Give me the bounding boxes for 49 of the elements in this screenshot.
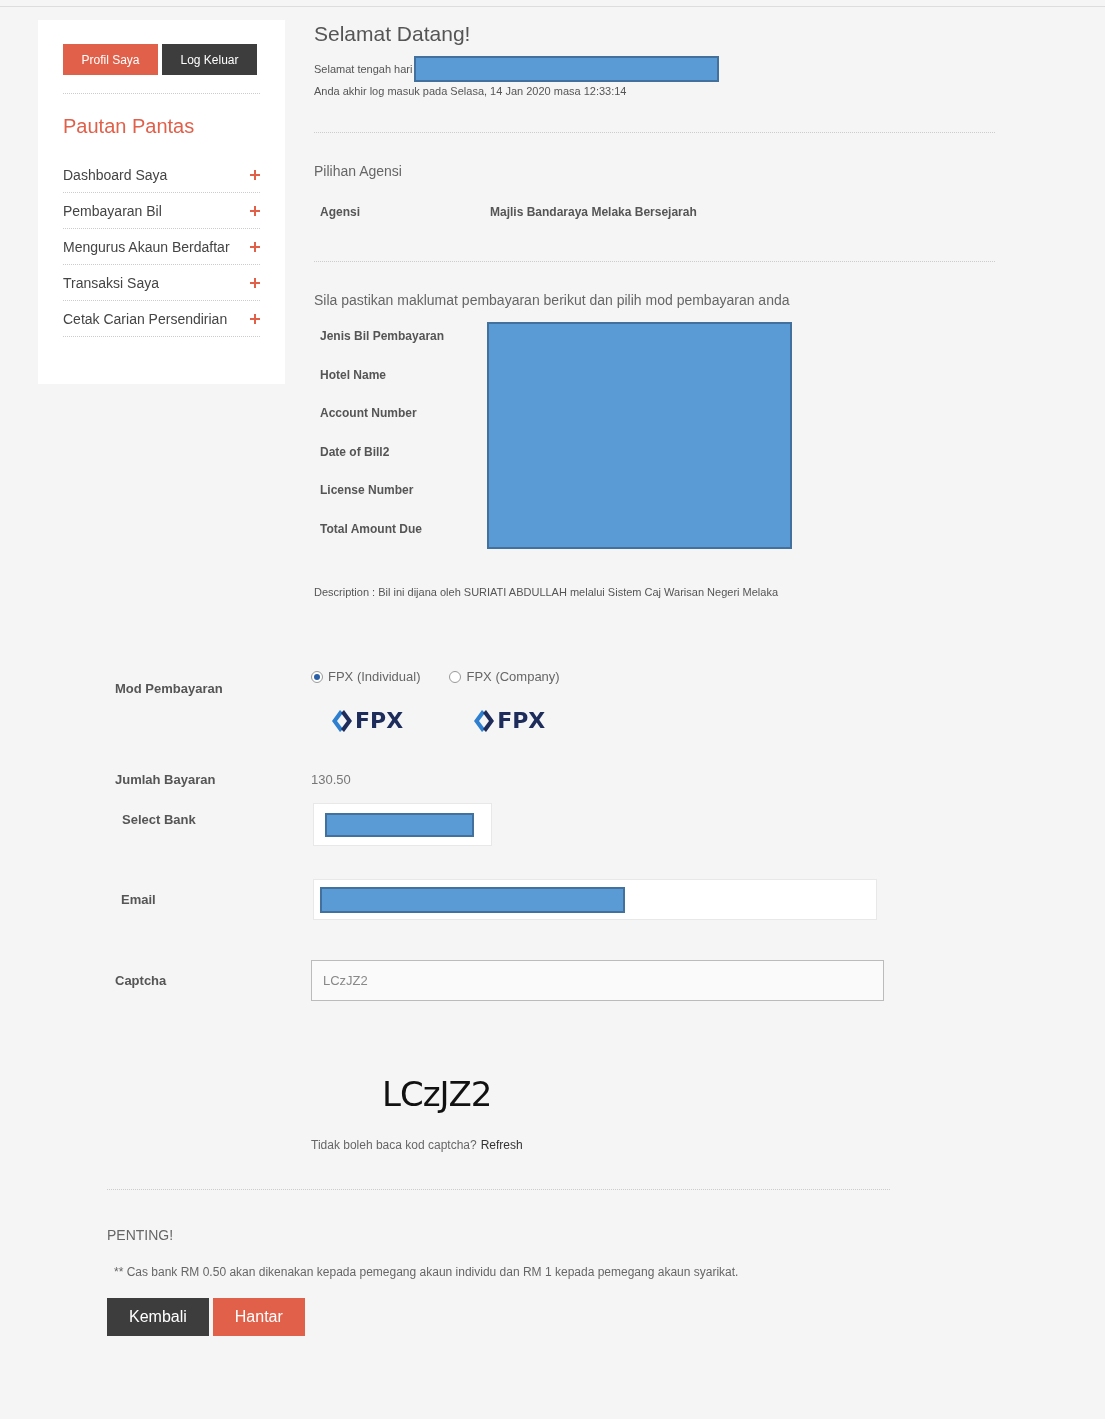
sidebar-button[interactable]: Log Keluar	[162, 44, 257, 75]
action-button[interactable]: Kembali	[107, 1298, 209, 1336]
refresh-prompt: Tidak boleh baca kod captcha?	[311, 1138, 477, 1152]
welcome-title: Selamat Datang!	[314, 22, 472, 46]
diamond-logo-icon	[331, 708, 353, 733]
captcha-image-text: LCzJZ2	[382, 1074, 493, 1114]
field-label: Jumlah Bayaran	[114, 772, 217, 787]
radio-option[interactable]: FPX (Company)	[449, 669, 560, 684]
bank-select[interactable]	[313, 803, 492, 846]
brand-logo: FPX	[497, 708, 546, 733]
field-label: License Number	[320, 483, 415, 497]
captcha-field[interactable]: LCzJZ2	[311, 960, 884, 1001]
radio-option[interactable]: FPX (Individual)	[311, 669, 421, 684]
sidebar-title: Pautan Pantas	[63, 115, 196, 138]
sidebar-link[interactable]: Cetak Carian Persendirian	[63, 310, 228, 327]
field-label: Hotel Name	[320, 367, 388, 382]
sidebar-link[interactable]: Mengurus Akaun Berdaftar	[63, 238, 230, 255]
email-field[interactable]	[313, 879, 877, 920]
greeting-text: Selamat tengah hari	[314, 62, 413, 77]
description-text: Description : Bil ini dijana oleh SURIATI ABDULLAH melalui Sistem Caj Warisan Negeri Melaka	[314, 585, 779, 600]
notice-title: PENTING!	[107, 1227, 175, 1243]
brand-logo: FPX	[355, 708, 404, 733]
sidebar-link[interactable]: Pembayaran Bil	[63, 202, 162, 219]
plus-icon	[250, 169, 260, 180]
field-label: Date of Bill2	[320, 444, 391, 459]
field-label: Jenis Bil Pembayaran	[320, 329, 446, 343]
sidebar-link[interactable]: Transaksi Saya	[63, 274, 159, 291]
notice-text: ** Cas bank RM 0.50 akan dikenakan kepada pemegang akaun individu dan RM 1 kepada pemegang akaun syarikat.	[113, 1265, 740, 1279]
plus-icon	[250, 313, 260, 324]
amount-value: 130.50	[311, 772, 351, 787]
sidebar-button[interactable]: Profil Saya	[63, 44, 158, 75]
field-label: Mod Pembayaran	[114, 680, 224, 696]
plus-icon	[250, 277, 260, 288]
field-value: Majlis Bandaraya Melaka Bersejarah	[490, 205, 697, 219]
sidebar-link[interactable]: Dashboard Saya	[63, 166, 168, 183]
refresh-link[interactable]: Refresh	[480, 1138, 523, 1152]
diamond-logo-icon	[473, 708, 496, 733]
instruction-text: Sila pastikan maklumat pembayaran berikut dan pilih mod pembayaran anda	[314, 292, 791, 308]
plus-icon	[250, 241, 260, 252]
field-label: Agensi	[320, 205, 361, 219]
field-label: Select Bank	[121, 812, 197, 827]
last-login-text: Anda akhir log masuk pada Selasa, 14 Jan 2020 masa 12:33:14	[314, 84, 628, 99]
plus-icon	[250, 205, 260, 216]
section-heading: Pilihan Agensi	[314, 163, 403, 179]
field-label: Total Amount Due	[320, 521, 423, 536]
field-label: Email	[120, 892, 157, 907]
field-label: Captcha	[114, 973, 168, 988]
field-label: Account Number	[320, 406, 418, 420]
action-button[interactable]: Hantar	[212, 1298, 305, 1336]
